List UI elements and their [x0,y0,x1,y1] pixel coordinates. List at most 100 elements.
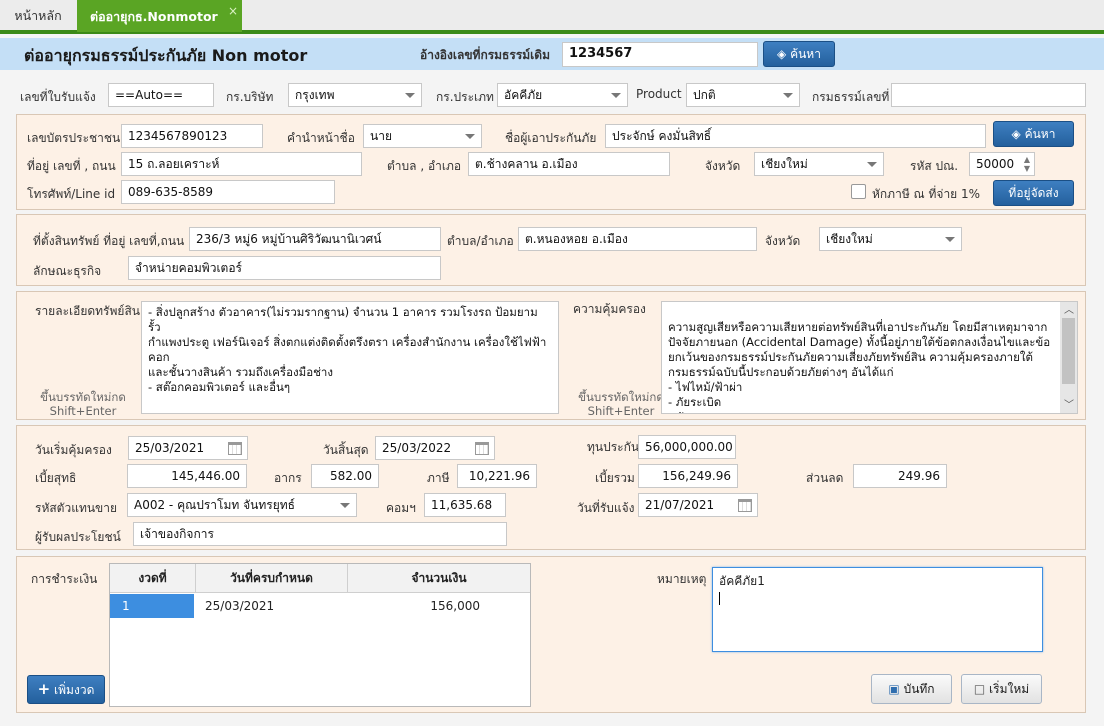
customer-search-button-label: ค้นหา [1024,127,1056,141]
phone-input[interactable]: 089-635-8589 [121,180,335,204]
agent-select[interactable]: A002 - คุณปราโมท จันทรยุทธ์ [127,493,357,517]
province-label: จังหวัด [705,159,741,173]
hint-line-2: Shift+Enter [49,404,117,418]
notify-date-label: วันที่รับแจ้ง [577,501,635,515]
start-date-input[interactable]: 25/03/2021 [128,436,248,460]
beneficiary-input[interactable]: เจ้าของกิจการ [133,522,507,546]
chevron-down-icon[interactable]: ﹀ [1064,398,1074,413]
installments-table: งวดที่ วันที่ครบกำหนด จำนวนเงิน 1 25/03/… [109,563,531,707]
insured-name-input[interactable]: ประจักษ์ คงมั่นสิทธิ์ [605,124,986,148]
postcode-label: รหัส ปณ. [910,159,959,173]
stamp-duty-input[interactable]: 582.00 [311,464,379,488]
remark-textarea[interactable]: อัคคีภัย1 [712,567,1043,652]
save-button[interactable]: ▣ บันทึก [871,674,952,704]
property-panel: ที่ตั้งสินทรัพย์ ที่อยู่ เลขที่,ถนน 236/… [16,214,1086,286]
withholding-checkbox[interactable] [851,184,866,199]
asset-subdistrict-label: ตำบล/อำเภอ [447,234,514,248]
phone-label: โทรศัพท์/Line id [27,187,116,201]
sum-insured-label: ทุนประกัน [587,440,640,454]
receipt-no-input[interactable]: ==Auto== [108,83,214,107]
prefix-select[interactable]: นาย [363,124,482,148]
asset-subdistrict-input[interactable]: ต.หนองหอย อ.เมือง [518,227,757,251]
ref-search-button[interactable]: ◈ ค้นหา [763,41,835,67]
calendar-icon[interactable] [228,442,242,455]
discount-input[interactable]: 249.96 [853,464,947,488]
coverage-scrollbar[interactable]: ︿ ﹀ [1060,302,1077,413]
add-installment-button[interactable]: + เพิ่มงวด [27,675,105,704]
business-type-input[interactable]: จำหน่ายคอมพิวเตอร์ [128,256,441,280]
beneficiary-label: ผู้รับผลประโยชน์ [35,530,121,544]
province-select-value: เชียงใหม่ [761,157,808,171]
province-select[interactable]: เชียงใหม่ [754,152,884,176]
chevron-up-icon[interactable]: ︿ [1064,303,1074,318]
installment-cell[interactable]: 1 [110,594,194,618]
type-select[interactable]: อัคคีภัย [497,83,628,107]
calendar-icon[interactable] [738,499,752,512]
id-card-input[interactable]: 1234567890123 [121,124,263,148]
total-premium-input[interactable]: 156,249.96 [638,464,738,488]
policy-no-input[interactable] [891,83,1086,107]
asset-province-select[interactable]: เชียงใหม่ [819,227,962,251]
due-date-cell[interactable]: 25/03/2021 [205,594,274,618]
text-cursor [719,592,720,605]
asset-location-input[interactable]: 236/3 หมู่6 หมู่บ้านศิริวัฒนานิเวศน์ [189,227,441,251]
column-header-due-date[interactable]: วันที่ครบกำหนด [196,564,348,592]
customer-panel: เลขบัตรประชาชน 1234567890123 คำนำหน้าชื่… [16,114,1086,210]
chevron-down-icon [867,162,877,167]
spinner-arrows-icon: ▲ ▼ [1023,155,1030,173]
ref-search-button-label: ค้นหา [790,47,821,61]
tax-input[interactable]: 10,221.96 [457,464,537,488]
net-premium-input[interactable]: 145,446.00 [127,464,247,488]
details-panel: รายละเอียดทรัพย์สิน ขึ้นบรรทัดใหม่กด Shi… [16,291,1086,420]
save-button-label: บันทึก [903,682,935,696]
company-label: กร.บริษัท [226,90,274,104]
asset-details-textarea[interactable]: - สิ่งปลูกสร้าง ตัวอาคาร(ไม่รวมรากฐาน) จ… [141,301,559,414]
new-button[interactable]: □ เริ่มใหม่ [961,674,1042,704]
coverage-text: ความสูญเสียหรือความเสียหายต่อทรัพย์สินที… [668,320,1051,413]
company-select[interactable]: กรุงเทพ [288,83,422,107]
ref-policy-input[interactable]: 1234567 [562,42,758,67]
asset-province-value: เชียงใหม่ [826,232,873,246]
start-date-value: 25/03/2021 [135,441,205,455]
asset-details-label: รายละเอียดทรัพย์สิน [35,304,140,318]
table-row[interactable]: 1 25/03/2021 156,000 [110,594,530,618]
product-select[interactable]: ปกติ [686,83,800,107]
chevron-down-icon [611,93,621,98]
plus-icon: + [37,680,51,698]
close-icon[interactable]: × [228,0,238,28]
calendar-icon[interactable] [475,442,489,455]
postcode-input[interactable]: 50000 ▲ ▼ [969,152,1035,176]
commission-input[interactable]: 11,635.68 [424,493,506,517]
end-date-label: วันสิ้นสุด [323,443,369,457]
product-label: Product [636,87,682,101]
coverage-textarea[interactable]: ความสูญเสียหรือความเสียหายต่อทรัพย์สินที… [661,301,1078,414]
column-header-installment[interactable]: งวดที่ [110,564,196,592]
customer-search-button[interactable]: ◈ ค้นหา [993,121,1074,147]
premium-panel: วันเริ่มคุ้มครอง 25/03/2021 วันสิ้นสุด 2… [16,425,1086,550]
column-header-amount[interactable]: จำนวนเงิน [348,564,530,592]
ref-policy-label: อ้างอิงเลขที่กรมธรรม์เดิม [420,48,550,62]
scrollbar-thumb[interactable] [1062,318,1075,384]
total-premium-label: เบี้ยรวม [595,471,635,485]
agent-select-value: A002 - คุณปราโมท จันทรยุทธ์ [134,498,295,512]
notify-date-input[interactable]: 21/07/2021 [638,493,758,517]
amount-cell[interactable]: 156,000 [370,594,480,618]
delivery-address-button[interactable]: ที่อยู่จัดส่ง [993,180,1074,206]
discount-label: ส่วนลด [806,471,844,485]
chevron-down-icon [465,134,475,139]
policy-no-label: กรมธรรม์เลขที่ [812,90,890,104]
start-date-label: วันเริ่มคุ้มครอง [35,443,112,457]
tab-renew-nonmotor[interactable]: ต่ออายุกธ.Nonmotor × [77,0,242,32]
withholding-label: หักภาษี ณ ที่จ่าย 1% [872,187,981,201]
binoculars-icon: ◈ [1011,127,1021,141]
tab-home[interactable]: หน้าหลัก [0,0,76,32]
address-input[interactable]: 15 ถ.ลอยเคราะห์ [121,152,362,176]
postcode-value: 50000 [976,157,1015,171]
type-label: กร.ประเภท [436,90,494,104]
end-date-input[interactable]: 25/03/2022 [375,436,495,460]
subdistrict-input[interactable]: ต.ช้างคลาน อ.เมือง [468,152,670,176]
end-date-value: 25/03/2022 [382,441,452,455]
id-card-label: เลขบัตรประชาชน [27,131,121,145]
sum-insured-input[interactable]: 56,000,000.00 [638,435,736,459]
asset-location-label: ที่ตั้งสินทรัพย์ ที่อยู่ เลขที่,ถนน [33,234,185,248]
